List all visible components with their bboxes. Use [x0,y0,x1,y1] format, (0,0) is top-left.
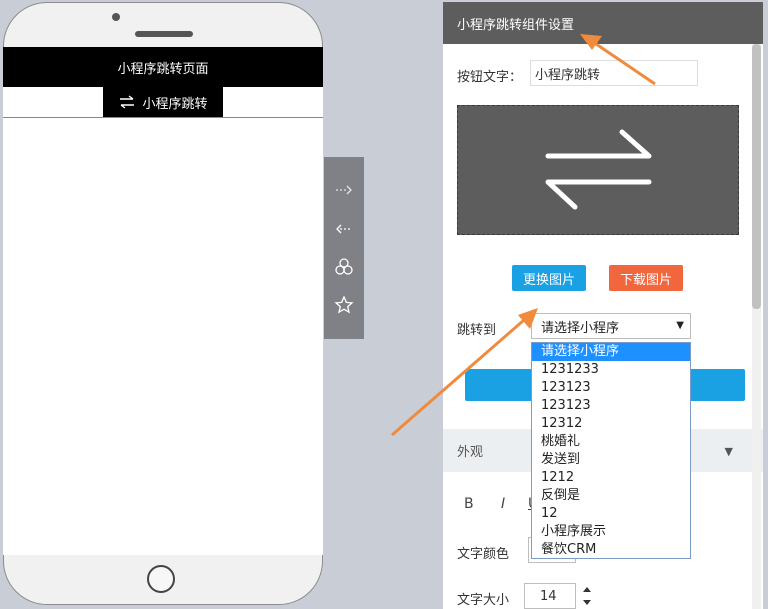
panel-scrollbar-thumb[interactable] [752,44,761,309]
bold-button[interactable]: B [464,496,474,512]
font-size-stepper[interactable] [576,581,598,609]
font-size-value: 14 [540,588,557,604]
dropdown-option[interactable]: 123123 [532,397,690,415]
image-preview [457,105,739,235]
download-image-button[interactable]: 下载图片 [609,265,683,291]
swap-arrows-icon [545,129,652,210]
font-size-input[interactable]: 14 [524,583,576,609]
swap-arrows-icon [120,95,135,109]
caret-down-icon: ▼ [676,320,684,331]
home-button[interactable] [147,565,175,593]
appearance-label: 外观 [457,445,484,460]
panel-header: 小程序跳转组件设置 [443,2,763,44]
miniprogram-select[interactable]: 请选择小程序 ▼ [531,313,691,339]
dropdown-option[interactable]: 1231233 [532,361,690,379]
hexagons-icon[interactable] [324,253,364,281]
jump-button-label: 小程序跳转 [142,96,208,112]
select-value: 请选择小程序 [541,320,620,336]
speaker-slot [135,31,193,37]
italic-button[interactable]: I [501,496,505,512]
dropdown-option[interactable]: 123123 [532,379,690,397]
text-color-label: 文字颜色 [457,547,510,562]
button-text-input[interactable] [530,60,698,86]
dropdown-option[interactable]: 桃婚礼 [532,433,690,451]
dropdown-option[interactable]: 请选择小程序 [532,343,690,361]
font-size-label: 文字大小 [457,593,510,608]
camera-dot [112,13,120,21]
side-toolbar [324,157,364,339]
button-text-label: 按钮文字： [457,70,523,85]
phone-screen: 小程序跳转页面 小程序跳转 [3,47,323,555]
change-image-button[interactable]: 更换图片 [512,265,586,291]
miniprogram-dropdown-list: 请选择小程序 1231233 123123 123123 12312 桃婚礼 发… [531,342,691,559]
dropdown-option[interactable]: 12312 [532,415,690,433]
arrow-left-dotted-icon[interactable] [324,215,364,243]
dropdown-option[interactable]: 发送到 [532,451,690,469]
dropdown-option[interactable]: 小程序展示 [532,523,690,541]
dropdown-option[interactable]: 1212 [532,469,690,487]
jump-to-label: 跳转到 [457,323,497,338]
dropdown-option[interactable]: 反倒是 [532,487,690,505]
arrow-right-dotted-icon[interactable] [324,176,364,204]
star-icon[interactable] [324,291,364,319]
divider [3,117,323,118]
page-title: 小程序跳转页面 [3,47,323,87]
miniprogram-jump-button[interactable]: 小程序跳转 [103,87,223,117]
dropdown-option[interactable]: 餐饮CRM [532,541,690,558]
dropdown-option[interactable]: 12 [532,505,690,523]
caret-down-icon: ▼ [724,445,733,458]
